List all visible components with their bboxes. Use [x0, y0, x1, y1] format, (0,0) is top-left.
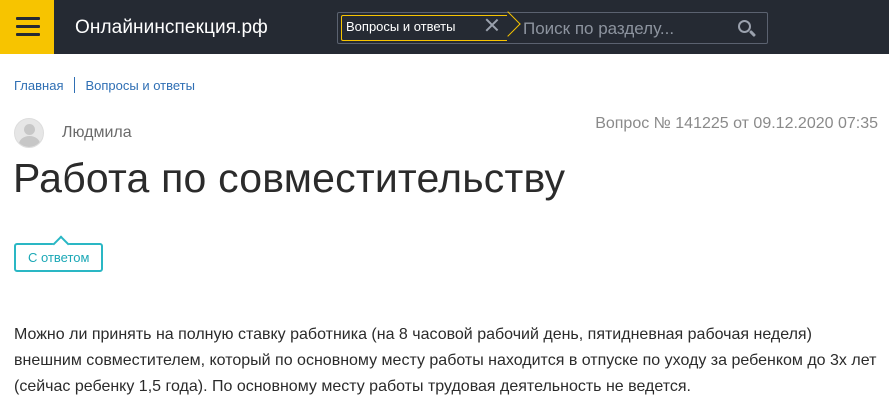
question-meta: Вопрос № 141225 от 09.12.2020 07:35 [595, 115, 878, 132]
section-search-box: Вопросы и ответы [337, 11, 768, 44]
user-avatar-icon [14, 118, 44, 148]
status-badge: С ответом [14, 243, 104, 272]
close-icon[interactable] [483, 16, 501, 34]
menu-icon[interactable] [0, 0, 54, 54]
section-chip-label: Вопросы и ответы [346, 19, 456, 34]
site-logo-link[interactable]: Онлайнинспекция.рф [75, 17, 268, 39]
search-input[interactable] [523, 17, 723, 41]
menu-icon-bar [16, 25, 40, 28]
top-header: Онлайнинспекция.рф Вопросы и ответы [0, 0, 889, 54]
page-title: Работа по совместительству [13, 155, 566, 201]
question-body: Можно ли принять на полную ставку работн… [14, 326, 877, 395]
breadcrumb-qa-link[interactable]: Вопросы и ответы [85, 78, 194, 93]
avatar-body [19, 136, 40, 147]
breadcrumb-home-link[interactable]: Главная [14, 78, 63, 93]
menu-icon-bar [16, 17, 40, 20]
avatar-head [24, 124, 35, 135]
search-icon-handle [748, 29, 757, 38]
search-icon[interactable] [737, 19, 757, 39]
breadcrumb: Главная Вопросы и ответы [14, 77, 195, 93]
question-author: Людмила [62, 124, 132, 141]
breadcrumb-separator [74, 77, 76, 93]
menu-icon-bar [16, 33, 40, 36]
